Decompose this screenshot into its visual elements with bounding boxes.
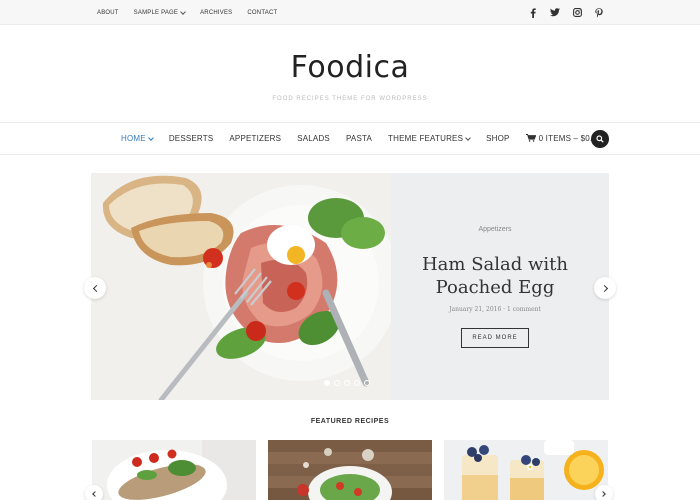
site-logo[interactable]: Foodica (0, 50, 700, 85)
read-more-button[interactable]: READ MORE (461, 328, 529, 348)
nav-item-home[interactable]: HOME (121, 134, 154, 143)
slide-caption: Appetizers Ham Salad with Poached Egg Ja… (411, 173, 579, 400)
slider-prev-button[interactable] (84, 277, 106, 299)
instagram-icon[interactable] (572, 8, 582, 18)
slider-next-button[interactable] (594, 277, 616, 299)
top-nav: ABOUT SAMPLE PAGE ARCHIVES CONTACT (97, 0, 277, 25)
search-icon (596, 130, 604, 148)
chevron-right-icon (600, 491, 606, 497)
slider-dot[interactable] (324, 380, 330, 386)
slide-category[interactable]: Appetizers (411, 226, 579, 233)
chevron-left-icon (92, 491, 98, 497)
chevron-down-icon (147, 134, 154, 141)
nav-item-shop[interactable]: SHOP (486, 134, 509, 143)
slide-title-line: Poached Egg (435, 277, 555, 298)
nav-item-desserts[interactable]: DESSERTS (169, 134, 214, 143)
chevron-down-icon (180, 8, 186, 15)
featured-recipe-card[interactable] (444, 440, 608, 500)
slide-meta: January 21, 2016 · 1 comment (449, 306, 541, 313)
top-link-about[interactable]: ABOUT (97, 10, 119, 16)
nav-item-salads[interactable]: SALADS (297, 134, 330, 143)
chevron-left-icon (92, 284, 100, 292)
nav-item-appetizers[interactable]: APPETIZERS (229, 134, 281, 143)
recipe-image (92, 440, 256, 500)
slider-dots (324, 380, 370, 386)
pinterest-icon[interactable] (594, 7, 604, 18)
recipe-image (444, 440, 608, 500)
chevron-right-icon (600, 284, 608, 292)
nav-item-label: APPETIZERS (229, 134, 282, 143)
nav-item-pasta[interactable]: PASTA (346, 134, 372, 143)
search-button[interactable] (591, 130, 609, 148)
slider-dot[interactable] (354, 380, 360, 386)
top-bar: ABOUT SAMPLE PAGE ARCHIVES CONTACT (0, 0, 700, 25)
nav-item-label: PASTA (345, 134, 373, 143)
nav-item-label: SALADS (297, 134, 330, 143)
nav-item-label: HOME (121, 134, 146, 143)
social-links (528, 0, 604, 25)
site-tagline: FOOD RECIPES THEME FOR WORDPRESS (272, 96, 428, 102)
cart-icon (525, 133, 536, 144)
hero-slider: Appetizers Ham Salad with Poached Egg Ja… (91, 173, 609, 400)
slide-title-line: Ham Salad with (421, 254, 568, 275)
slider-dot[interactable] (344, 380, 350, 386)
slider-dot[interactable] (334, 380, 340, 386)
top-link-label: SAMPLE PAGE (133, 9, 179, 16)
twitter-icon[interactable] (550, 8, 560, 18)
top-link-label: CONTACT (247, 9, 278, 16)
top-link-contact[interactable]: CONTACT (247, 10, 277, 16)
featured-next-button[interactable] (595, 485, 613, 500)
featured-recipes-title: FEATURED RECIPES (310, 418, 390, 425)
recipe-image (268, 440, 432, 500)
slider-dot[interactable] (364, 380, 370, 386)
top-link-archives[interactable]: ARCHIVES (200, 10, 232, 16)
featured-recipe-card[interactable] (92, 440, 256, 500)
chevron-down-icon (465, 134, 471, 141)
main-nav-items: HOME DESSERTS APPETIZERS SALADS PASTA TH… (121, 123, 618, 154)
featured-prev-button[interactable] (85, 485, 103, 500)
top-link-sample-page[interactable]: SAMPLE PAGE (133, 8, 186, 16)
facebook-icon[interactable] (528, 7, 538, 18)
nav-item-label: THEME FEATURES (388, 134, 464, 143)
featured-recipe-card[interactable] (268, 440, 432, 500)
nav-item-theme-features[interactable]: THEME FEATURES (388, 134, 471, 143)
nav-item-label: DESSERTS (168, 134, 214, 143)
nav-item-label: SHOP (486, 134, 510, 143)
hero-image[interactable] (91, 173, 391, 400)
top-link-label: ARCHIVES (200, 9, 233, 16)
main-nav: HOME DESSERTS APPETIZERS SALADS PASTA TH… (0, 122, 700, 155)
top-link-label: ABOUT (97, 9, 119, 16)
slide-title[interactable]: Ham Salad with Poached Egg (411, 253, 579, 299)
